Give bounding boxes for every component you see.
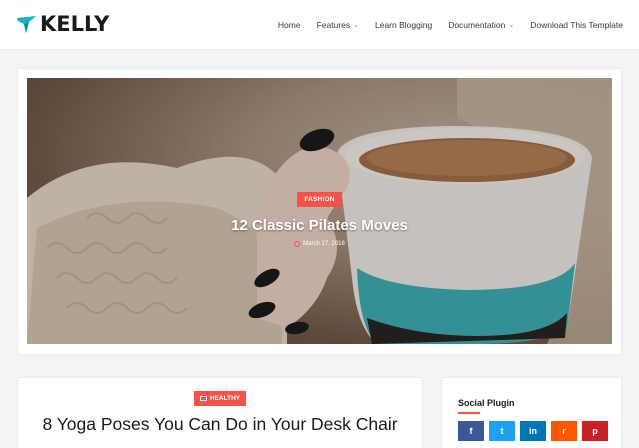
featured-title[interactable]: 12 Classic Pilates Moves: [27, 217, 612, 234]
twitter-icon: t: [500, 426, 504, 436]
post-card: HEALTHY 8 Yoga Poses You Can Do in Your …: [17, 377, 423, 448]
featured-tag[interactable]: FASHION: [297, 192, 342, 207]
nav-item-home[interactable]: Home: [278, 20, 301, 30]
chevron-down-icon: ⌄: [508, 22, 515, 29]
post-tag-label: HEALTHY: [209, 395, 241, 402]
brand-name: KELLY: [40, 12, 110, 36]
social-buttons: f t in r p: [458, 421, 608, 441]
pinterest-button[interactable]: p: [582, 421, 608, 441]
nav-item-label: Home: [277, 20, 301, 30]
site-logo[interactable]: KELLY: [16, 11, 109, 37]
clock-icon: [294, 241, 301, 247]
linkedin-button[interactable]: in: [520, 421, 546, 441]
pinterest-icon: p: [592, 426, 598, 436]
post-title[interactable]: 8 Yoga Poses You Can Do in Your Desk Cha…: [38, 412, 402, 437]
folder-icon: [199, 396, 207, 401]
widget-title-underline: [458, 412, 480, 414]
post-tag[interactable]: HEALTHY: [193, 391, 247, 406]
twitter-button[interactable]: t: [489, 421, 515, 441]
facebook-button[interactable]: f: [458, 421, 484, 441]
post-tag-wrap: HEALTHY: [18, 388, 422, 406]
featured-date-text: March 17, 2018: [303, 241, 345, 247]
nav-item-learn-blogging[interactable]: Learn Blogging: [375, 20, 432, 30]
nav-item-label: Documentation: [448, 20, 506, 30]
nav-item-download-template[interactable]: Download This Template: [530, 20, 623, 30]
reddit-icon: r: [562, 426, 566, 436]
chevron-down-icon: ⌄: [353, 22, 359, 29]
linkedin-icon: in: [529, 426, 537, 436]
featured-date: March 17, 2018: [27, 241, 612, 247]
nav-item-documentation[interactable]: Documentation ⌄: [448, 20, 514, 30]
featured-post[interactable]: FASHION 12 Classic Pilates Moves March 1…: [27, 78, 612, 344]
bird-logo-icon: [17, 16, 36, 33]
social-widget: Social Plugin f t in r p: [441, 377, 622, 448]
main-nav: Home Features ⌄ Learn Blogging Documenta…: [262, 0, 623, 50]
reddit-button[interactable]: r: [551, 421, 577, 441]
nav-item-features[interactable]: Features ⌄: [317, 20, 359, 30]
site-header: KELLY Home Features ⌄ Learn Blogging Doc…: [0, 0, 639, 50]
nav-item-label: Features: [316, 20, 351, 30]
facebook-icon: f: [469, 426, 473, 436]
featured-caption: FASHION 12 Classic Pilates Moves March 1…: [27, 188, 612, 247]
nav-item-label: Download This Template: [530, 20, 623, 30]
nav-item-label: Learn Blogging: [375, 20, 433, 30]
widget-title: Social Plugin: [458, 398, 515, 408]
